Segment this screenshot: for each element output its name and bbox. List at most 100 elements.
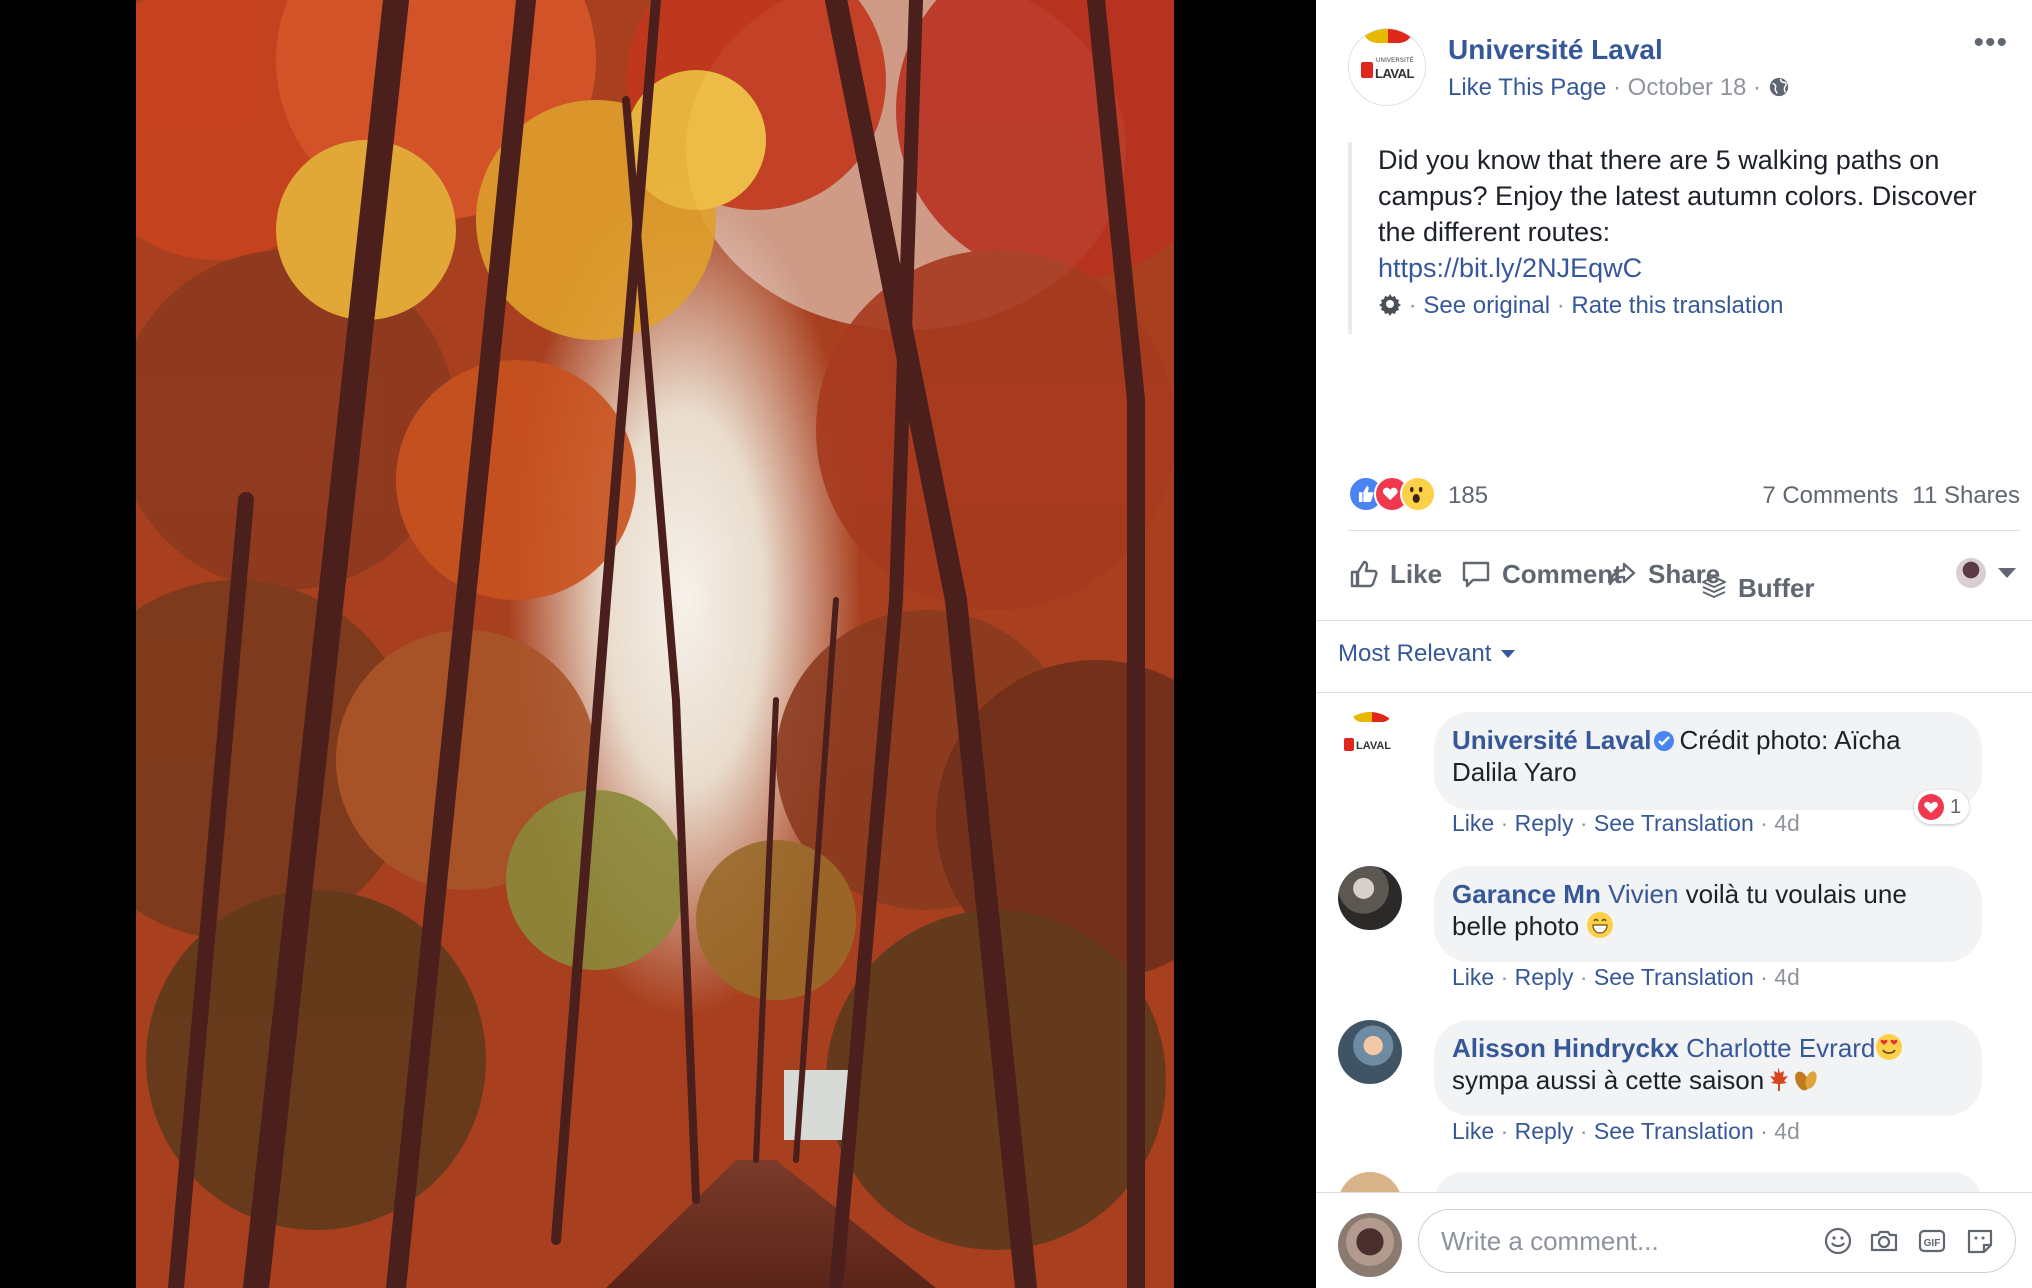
comment-like-link[interactable]: Like — [1452, 964, 1494, 990]
comment-share-counts: 7 Comments 11 Shares — [1762, 482, 2020, 510]
meta-separator: · — [1746, 74, 1768, 101]
meta-separator: · — [1606, 74, 1628, 101]
comment-like-link[interactable]: Like — [1452, 1118, 1494, 1144]
rate-translation-link[interactable]: Rate this translation — [1571, 292, 1783, 319]
more-options-icon[interactable]: ••• — [1973, 28, 2008, 58]
commenter-avatar[interactable]: LAVAL — [1338, 712, 1402, 776]
comment-reply-link[interactable]: Reply — [1515, 810, 1574, 836]
post-actions: Like Comment Share Buffer — [1348, 548, 2020, 603]
autumn-forest-path-photo[interactable] — [136, 0, 1174, 1288]
photo-artwork — [136, 0, 1174, 1288]
tagged-user[interactable]: Charlotte Evrard — [1686, 1033, 1875, 1063]
comment-author[interactable]: Université Laval — [1452, 725, 1651, 755]
camera-icon[interactable] — [1868, 1225, 1900, 1257]
comment-sort-dropdown[interactable]: Most Relevant — [1338, 640, 1516, 668]
photo-viewer — [0, 0, 1316, 1288]
reaction-count[interactable]: 185 — [1448, 482, 1488, 510]
like-label: Like — [1390, 558, 1443, 589]
comment-age[interactable]: 4d — [1774, 810, 1800, 836]
post-side-panel: UNIVERSITÉ LAVAL Université Laval Like T… — [1316, 0, 2032, 1288]
fallen-leaves-emoji-icon — [1795, 1071, 1817, 1091]
post-text: Did you know that there are 5 walking pa… — [1378, 145, 1977, 247]
commenter-avatar[interactable] — [1338, 1172, 1402, 1192]
comment-age[interactable]: 4d — [1774, 1118, 1800, 1144]
logo-arc — [1363, 29, 1413, 43]
comments-count[interactable]: 7 Comments — [1762, 482, 1898, 509]
comment-meta: Like · Reply · See Translation · 4d — [1452, 964, 1800, 990]
comment-icon — [1462, 561, 1490, 588]
gear-icon[interactable] — [1378, 292, 1402, 316]
comment-button[interactable]: Comment — [1460, 548, 1622, 600]
comment-meta: Like · Reply · See Translation · 4d — [1452, 810, 1800, 836]
comment-meta: Like · Reply · See Translation · 4d — [1452, 1118, 1800, 1144]
comment-bubble: Université Laval Crédit photo: Aïcha Dali… — [1434, 712, 1982, 810]
emoji-icon[interactable] — [1822, 1225, 1854, 1257]
see-translation-link[interactable]: See Translation — [1594, 810, 1754, 836]
post-meta: Like This Page · October 18 · — [1448, 74, 1790, 102]
comment-reaction-badge[interactable]: 1 — [1914, 790, 1970, 824]
see-original-link[interactable]: See original — [1423, 292, 1550, 319]
post-header: UNIVERSITÉ LAVAL Université Laval Like T… — [1348, 28, 2008, 108]
commenter-avatar[interactable] — [1338, 866, 1402, 930]
divider — [1316, 620, 2032, 621]
reaction-stats: 185 7 Comments 11 Shares — [1348, 472, 2020, 516]
comment-reply-link[interactable]: Reply — [1515, 964, 1574, 990]
see-translation-link[interactable]: See Translation — [1594, 964, 1754, 990]
comment-author[interactable]: Garance Mn — [1452, 879, 1601, 909]
viewer-avatar[interactable] — [1338, 1213, 1402, 1277]
shares-count[interactable]: 11 Shares — [1912, 482, 2020, 509]
post-body: Did you know that there are 5 walking pa… — [1348, 142, 1988, 334]
comment-bubble: Garance Mn Vivien voilà tu voulais une b… — [1434, 866, 1982, 962]
comment-reply-link[interactable]: Reply — [1515, 1118, 1574, 1144]
grinning-emoji-icon — [1587, 912, 1614, 938]
logo-small-text: UNIVERSITÉ — [1376, 58, 1415, 64]
comment-age[interactable]: 4d — [1774, 964, 1800, 990]
logo-crest — [1344, 738, 1354, 751]
comment-like-link[interactable]: Like — [1452, 810, 1494, 836]
logo-crest — [1361, 62, 1373, 78]
commenter-avatar[interactable] — [1338, 1020, 1402, 1084]
viewer-avatar — [1956, 558, 1986, 588]
chevron-down-icon — [1501, 650, 1516, 658]
translation-row: · See original · Rate this translation — [1378, 292, 1988, 320]
logo-wordmark: LAVAL — [1375, 66, 1414, 81]
like-icon — [1350, 560, 1378, 588]
maple-leaf-emoji-icon — [1770, 1067, 1789, 1091]
meta-separator: · — [1550, 292, 1572, 319]
logo-arc — [1352, 712, 1392, 722]
comment-composer: GIF — [1316, 1192, 2032, 1288]
wow-reaction-icon[interactable] — [1400, 476, 1436, 512]
divider — [1348, 530, 2020, 531]
comment-text: sympa aussi à cette saison — [1452, 1065, 1765, 1095]
tagged-user[interactable]: Vivien — [1608, 879, 1678, 909]
sticker-icon[interactable] — [1964, 1225, 1996, 1257]
verified-icon — [1654, 731, 1675, 751]
post-date[interactable]: October 18 — [1628, 74, 1747, 101]
heart-eyes-emoji-icon — [1876, 1034, 1903, 1060]
reaction-count: 1 — [1950, 795, 1962, 818]
page-name-link[interactable]: Université Laval — [1448, 34, 1663, 66]
comment-bubble: Alisson Hindryckx Charlotte Evrard sympa… — [1434, 1020, 1982, 1116]
buffer-button[interactable]: Buffer — [1700, 562, 1815, 614]
like-button[interactable]: Like — [1348, 548, 1442, 600]
buffer-label: Buffer — [1738, 572, 1815, 603]
gif-icon[interactable]: GIF — [1916, 1225, 1948, 1257]
comment-author[interactable]: Alisson Hindryckx — [1452, 1033, 1679, 1063]
sort-label: Most Relevant — [1338, 640, 1492, 667]
share-icon — [1608, 562, 1636, 586]
like-page-link[interactable]: Like This Page — [1448, 74, 1606, 101]
page-avatar[interactable]: UNIVERSITÉ LAVAL — [1348, 28, 1426, 106]
buffer-icon — [1702, 576, 1726, 598]
post-as-selector[interactable] — [1956, 558, 2020, 588]
logo-wordmark: LAVAL — [1356, 740, 1392, 752]
love-reaction-icon — [1918, 794, 1944, 820]
meta-separator: · — [1408, 292, 1424, 319]
svg-text:GIF: GIF — [1924, 1238, 1941, 1249]
chevron-down-icon — [1998, 568, 2016, 578]
see-translation-link[interactable]: See Translation — [1594, 1118, 1754, 1144]
divider — [1316, 692, 2032, 693]
post-link[interactable]: https://bit.ly/2NJEqwC — [1378, 250, 1988, 286]
comment-bubble — [1434, 1172, 1982, 1192]
comment-item-partial — [1338, 1172, 2018, 1192]
globe-icon[interactable] — [1768, 76, 1790, 98]
